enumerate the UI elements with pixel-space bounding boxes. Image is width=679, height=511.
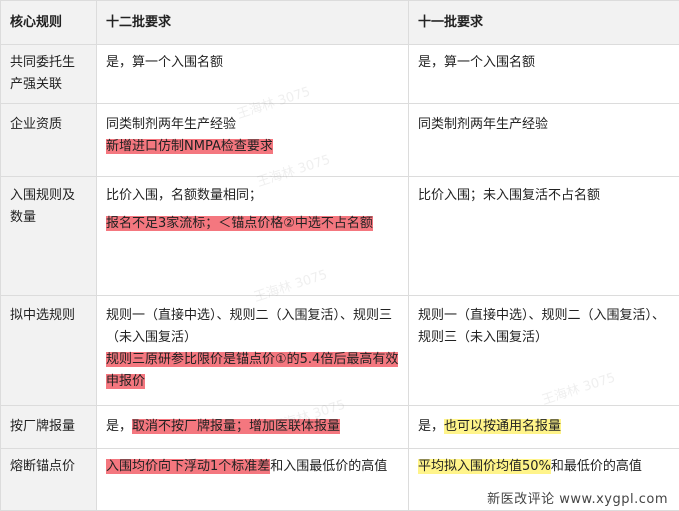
table-header-row: 核心规则 十二批要求 十一批要求 <box>1 1 679 45</box>
table-row: 入围规则及数量 比价入围，名额数量相同； 报名不足3家流标；＜锚点价格②中选不占… <box>1 177 679 296</box>
highlight-red: 报名不足3家流标；＜锚点价格②中选不占名额 <box>106 216 373 231</box>
rule-qualification: 企业资质 <box>1 104 97 177</box>
highlight-yellow: 也可以按通用名报量 <box>444 419 561 434</box>
table-row: 按厂牌报量 是，取消不按厂牌报量；增加医联体报量 是，也可以按通用名报量 <box>1 406 679 449</box>
twelfth-cell: 入围均价向下浮动1个标准差和入围最低价的高值 <box>97 449 409 511</box>
eleventh-cell: 同类制剂两年生产经验 <box>409 104 679 177</box>
eleventh-cell: 规则一（直接中选）、规则二（入围复活）、规则三（未入围复活） <box>409 296 679 406</box>
highlight-red: 新增进口仿制NMPA检查要求 <box>106 139 273 154</box>
eleventh-cell: 比价入围；未入围复活不占名额 <box>409 177 679 296</box>
rule-brand-volume: 按厂牌报量 <box>1 406 97 449</box>
header-rule: 核心规则 <box>1 1 97 45</box>
highlight-red: 取消不按厂牌报量；增加医联体报量 <box>132 419 340 434</box>
table-row: 共同委托生产强关联 是，算一个入围名额 是，算一个入围名额 <box>1 45 679 104</box>
eleventh-cell: 是，也可以按通用名报量 <box>409 406 679 449</box>
comparison-table: 核心规则 十二批要求 十一批要求 共同委托生产强关联 是，算一个入围名额 是，算… <box>0 0 679 511</box>
twelfth-cell: 是，取消不按厂牌报量；增加医联体报量 <box>97 406 409 449</box>
highlight-red: 入围均价向下浮动1个标准差 <box>106 459 270 474</box>
site-footer-logo: 新医改评论 www.xygpl.com <box>484 488 671 507</box>
rule-fuse-anchor: 熔断锚点价 <box>1 449 97 511</box>
table-row: 企业资质 同类制剂两年生产经验 新增进口仿制NMPA检查要求 同类制剂两年生产经… <box>1 104 679 177</box>
eleventh-cell: 是，算一个入围名额 <box>409 45 679 104</box>
twelfth-cell: 比价入围，名额数量相同； 报名不足3家流标；＜锚点价格②中选不占名额 <box>97 177 409 296</box>
rule-joint-commission: 共同委托生产强关联 <box>1 45 97 104</box>
highlight-red: 规则三原研参比限价是锚点价①的5.4倍后最高有效申报价 <box>106 352 398 389</box>
header-twelfth-batch: 十二批要求 <box>97 1 409 45</box>
twelfth-cell: 是，算一个入围名额 <box>97 45 409 104</box>
rule-admission: 入围规则及数量 <box>1 177 97 296</box>
rule-selection: 拟中选规则 <box>1 296 97 406</box>
twelfth-cell: 同类制剂两年生产经验 新增进口仿制NMPA检查要求 <box>97 104 409 177</box>
twelfth-cell: 规则一（直接中选）、规则二（入围复活）、规则三（未入围复活） 规则三原研参比限价… <box>97 296 409 406</box>
table-row: 拟中选规则 规则一（直接中选）、规则二（入围复活）、规则三（未入围复活） 规则三… <box>1 296 679 406</box>
header-eleventh-batch: 十一批要求 <box>409 1 679 45</box>
highlight-yellow: 平均拟入围价均值50% <box>418 459 551 474</box>
